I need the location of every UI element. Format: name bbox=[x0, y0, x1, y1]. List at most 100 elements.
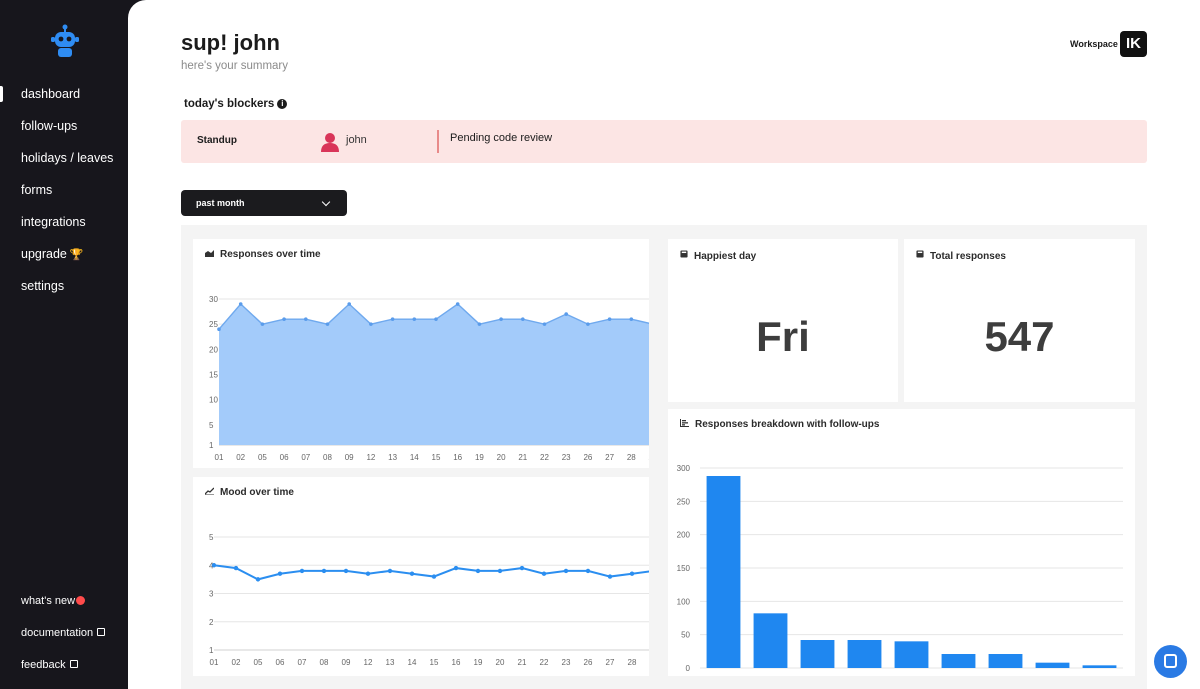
y-tick-label: 10 bbox=[209, 396, 218, 405]
bar bbox=[847, 640, 882, 668]
x-tick-label: 05 bbox=[254, 658, 263, 667]
x-tick-label: 19 bbox=[475, 453, 484, 462]
sidebar-item-follow-ups[interactable]: follow-ups bbox=[0, 115, 140, 147]
data-point bbox=[477, 322, 482, 326]
data-point bbox=[629, 317, 634, 321]
sidebar-item-dashboard[interactable]: dashboard bbox=[0, 83, 140, 115]
main-content: sup! john here's your summary Workspace … bbox=[128, 0, 1200, 689]
x-tick-label: 27 bbox=[605, 453, 614, 462]
sidebar-item-label: what's new bbox=[21, 595, 76, 607]
data-point bbox=[542, 322, 547, 326]
sidebar: dashboard follow-ups holidays / leaves f… bbox=[0, 0, 140, 689]
blockers-heading: today's blockers i bbox=[184, 98, 288, 110]
sidebar-item-label: forms bbox=[21, 183, 53, 197]
data-point bbox=[211, 563, 217, 568]
data-point bbox=[585, 568, 591, 574]
data-point bbox=[304, 317, 308, 321]
x-tick-label: 13 bbox=[386, 658, 395, 667]
sidebar-item-upgrade[interactable]: upgrade 🏆 bbox=[0, 243, 140, 275]
sidebar-item-integrations[interactable]: integrations bbox=[0, 211, 140, 243]
x-tick-label: 20 bbox=[497, 453, 506, 462]
data-point bbox=[434, 317, 438, 321]
x-tick-label: 21 bbox=[518, 658, 527, 667]
sidebar-item-label: feedback bbox=[21, 659, 66, 671]
divider bbox=[437, 130, 439, 153]
x-tick-label: 23 bbox=[562, 453, 571, 462]
mood-over-time-card: Mood over time 5 4 3 2 1 01 02 05 06 07 08 09 12 13 14… bbox=[193, 477, 659, 676]
x-tick-label: 12 bbox=[366, 453, 375, 462]
chat-icon bbox=[1164, 654, 1177, 668]
info-icon[interactable]: i bbox=[277, 99, 288, 109]
data-point bbox=[233, 565, 239, 571]
sidebar-item-label: dashboard bbox=[21, 87, 81, 101]
card-title: Responses over time bbox=[205, 249, 321, 260]
x-tick-label: 28 bbox=[627, 453, 636, 462]
x-tick-label: 16 bbox=[453, 453, 462, 462]
data-point bbox=[343, 568, 349, 574]
data-point bbox=[629, 571, 635, 576]
total-responses-value: 547 bbox=[984, 313, 1055, 360]
card-title-text: Responses over time bbox=[220, 249, 321, 260]
sidebar-item-holidays[interactable]: holidays / leaves bbox=[0, 147, 140, 179]
mood-chart: 5432101 02 05 06 07 08 09 12 13 14 15 16 19 20 21 22 23 2… bbox=[209, 533, 659, 667]
bar bbox=[1082, 665, 1117, 668]
workspace-label: Workspace bbox=[1070, 39, 1118, 49]
data-point bbox=[497, 568, 503, 574]
bar bbox=[706, 476, 741, 668]
breakdown-chart: 300 250 200 150 100 50 0 bbox=[677, 464, 1123, 673]
external-link-icon bbox=[97, 628, 106, 636]
card-title: Mood over time bbox=[205, 487, 294, 498]
x-tick-label: 02 bbox=[232, 658, 241, 667]
card-title-text: Happiest day bbox=[694, 251, 757, 262]
y-tick-label: 100 bbox=[677, 597, 691, 606]
sidebar-item-label: settings bbox=[21, 279, 65, 293]
area-chart-icon bbox=[205, 250, 214, 257]
sidebar-item-settings[interactable]: settings bbox=[0, 275, 140, 307]
bar-chart-icon bbox=[680, 419, 689, 427]
sidebar-item-label: follow-ups bbox=[21, 119, 78, 133]
workspace-switcher[interactable]: IK bbox=[1120, 31, 1147, 57]
data-point bbox=[321, 568, 327, 574]
y-tick-label: 150 bbox=[677, 564, 691, 573]
y-tick-label: 300 bbox=[677, 464, 691, 473]
x-tick-label: 19 bbox=[474, 658, 483, 667]
data-point bbox=[282, 317, 286, 321]
x-tick-label: 13 bbox=[388, 453, 397, 462]
data-point bbox=[453, 565, 459, 571]
bar bbox=[1035, 662, 1070, 668]
sidebar-item-documentation[interactable]: documentation bbox=[0, 622, 140, 654]
x-tick-label: 09 bbox=[342, 658, 351, 667]
y-tick-label: 250 bbox=[677, 497, 691, 506]
data-point bbox=[431, 574, 437, 579]
x-tick-label: 09 bbox=[345, 453, 354, 462]
sidebar-item-forms[interactable]: forms bbox=[0, 179, 140, 211]
card-title: Responses breakdown with follow-ups bbox=[680, 419, 879, 430]
sidebar-item-label: integrations bbox=[21, 215, 86, 229]
blockers-title: today's blockers bbox=[184, 98, 275, 110]
x-tick-label: 22 bbox=[540, 658, 549, 667]
trophy-icon: 🏆 bbox=[69, 249, 84, 261]
data-point bbox=[519, 565, 525, 571]
line-chart-icon bbox=[205, 487, 214, 495]
y-tick-label: 2 bbox=[209, 618, 214, 627]
sidebar-item-feedback[interactable]: feedback bbox=[0, 654, 140, 686]
data-point bbox=[325, 322, 330, 326]
x-tick-label: 28 bbox=[628, 658, 637, 667]
data-point bbox=[277, 571, 283, 576]
chat-launcher-button[interactable] bbox=[1154, 645, 1187, 678]
card-title: Happiest day bbox=[680, 249, 756, 262]
y-tick-label: 5 bbox=[209, 533, 214, 542]
x-tick-label: 06 bbox=[280, 453, 289, 462]
period-select[interactable]: past month bbox=[181, 190, 347, 216]
responses-over-time-card: Responses over time 30 25 20 15 10 5 1 01 02 05 06… bbox=[193, 239, 658, 468]
sidebar-item-whats-new[interactable]: what's new bbox=[0, 590, 140, 622]
chevron-down-icon bbox=[321, 197, 331, 207]
robot-logo-icon[interactable] bbox=[50, 24, 80, 60]
data-point bbox=[390, 317, 395, 321]
sidebar-item-label: documentation bbox=[21, 627, 94, 639]
sidebar-nav: dashboard follow-ups holidays / leaves f… bbox=[0, 83, 140, 307]
blocker-row[interactable]: Standup john Pending code review bbox=[181, 120, 1147, 163]
sidebar-item-label: upgrade bbox=[21, 247, 67, 261]
data-point bbox=[299, 568, 305, 574]
bar bbox=[800, 640, 835, 668]
